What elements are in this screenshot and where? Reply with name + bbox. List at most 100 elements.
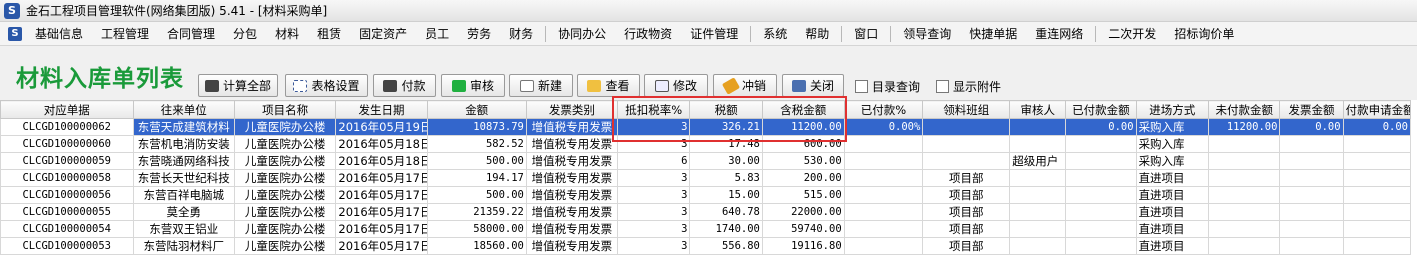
- table-cell[interactable]: [843, 203, 924, 221]
- table-cell[interactable]: 59740.00: [761, 220, 845, 238]
- table-cell[interactable]: [843, 186, 924, 204]
- table-cell[interactable]: [1065, 152, 1137, 170]
- table-cell[interactable]: 19116.80: [761, 237, 845, 255]
- menu-item[interactable]: 招标询价单: [1165, 23, 1243, 45]
- table-cell[interactable]: 东营长天世纪科技: [132, 169, 235, 187]
- table-cell[interactable]: [1009, 118, 1067, 136]
- table-cell[interactable]: 东营天成建筑材料: [132, 118, 235, 136]
- table-cell[interactable]: 采购入库: [1135, 135, 1210, 153]
- table-cell[interactable]: [1208, 152, 1281, 170]
- menu-item[interactable]: 重连网络: [1026, 23, 1092, 45]
- menu-item[interactable]: 证件管理: [681, 23, 747, 45]
- audit-button[interactable]: 审核: [441, 74, 505, 97]
- table-cell[interactable]: [1009, 237, 1067, 255]
- table-cell[interactable]: 640.78: [689, 203, 763, 221]
- table-cell[interactable]: CLCGD100000056: [0, 186, 134, 204]
- view-button[interactable]: 查看: [577, 74, 640, 97]
- table-cell[interactable]: [1009, 169, 1067, 187]
- table-cell[interactable]: 项目部: [922, 220, 1011, 238]
- table-cell[interactable]: 直进项目: [1135, 203, 1210, 221]
- table-cell[interactable]: 515.00: [761, 186, 845, 204]
- table-cell[interactable]: [922, 118, 1011, 136]
- column-header[interactable]: 已付款金额: [1065, 100, 1137, 119]
- table-cell[interactable]: 3: [616, 135, 691, 153]
- column-header[interactable]: 发票金额: [1279, 100, 1344, 119]
- table-cell[interactable]: 11200.00: [761, 118, 845, 136]
- table-cell[interactable]: 5.83: [689, 169, 763, 187]
- table-cell[interactable]: CLCGD100000060: [0, 135, 134, 153]
- table-cell[interactable]: 增值税专用发票: [525, 118, 618, 136]
- table-cell[interactable]: 200.00: [761, 169, 845, 187]
- table-cell[interactable]: 2016年05月18日: [335, 152, 428, 170]
- table-cell[interactable]: 194.17: [426, 169, 527, 187]
- table-row[interactable]: CLCGD100000062 东营天成建筑材料 儿童医院办公楼 2016年05月19日…: [0, 118, 1412, 136]
- table-cell[interactable]: 2016年05月18日: [335, 135, 428, 153]
- table-cell[interactable]: 2016年05月19日: [335, 118, 428, 136]
- table-cell[interactable]: 直进项目: [1135, 186, 1210, 204]
- menu-item[interactable]: 劳务: [458, 23, 500, 45]
- table-cell[interactable]: 儿童医院办公楼: [233, 220, 337, 238]
- table-cell[interactable]: 17.48: [689, 135, 763, 153]
- table-cell[interactable]: [1279, 135, 1344, 153]
- menu-item[interactable]: 分包: [224, 23, 266, 45]
- table-cell[interactable]: 东营陆羽材料厂: [132, 237, 235, 255]
- table-cell[interactable]: 东营机电消防安装: [132, 135, 235, 153]
- table-cell[interactable]: [1279, 152, 1344, 170]
- table-cell[interactable]: 增值税专用发票: [525, 203, 618, 221]
- table-cell[interactable]: 15.00: [689, 186, 763, 204]
- table-cell[interactable]: [1065, 135, 1137, 153]
- column-header[interactable]: 对应单据: [0, 100, 134, 119]
- table-cell[interactable]: [1009, 203, 1067, 221]
- table-cell[interactable]: 项目部: [922, 203, 1011, 221]
- table-cell[interactable]: 58000.00: [426, 220, 527, 238]
- table-cell[interactable]: CLCGD100000055: [0, 203, 134, 221]
- table-cell[interactable]: 0.00: [1342, 118, 1412, 136]
- table-cell[interactable]: 2016年05月17日: [335, 203, 428, 221]
- menu-item[interactable]: 帮助: [796, 23, 838, 45]
- void-button[interactable]: 冲销: [713, 74, 777, 97]
- column-header[interactable]: 发生日期: [335, 100, 428, 119]
- table-cell[interactable]: 6: [616, 152, 691, 170]
- table-cell[interactable]: 直进项目: [1135, 237, 1210, 255]
- table-cell[interactable]: 0.00: [1279, 118, 1344, 136]
- table-cell[interactable]: [1065, 237, 1137, 255]
- table-cell[interactable]: [843, 152, 924, 170]
- table-cell[interactable]: 2016年05月17日: [335, 220, 428, 238]
- table-cell[interactable]: 项目部: [922, 169, 1011, 187]
- table-cell[interactable]: 3: [616, 118, 691, 136]
- table-cell[interactable]: CLCGD100000062: [0, 118, 134, 136]
- table-cell[interactable]: 22000.00: [761, 203, 845, 221]
- menu-item[interactable]: 领导查询: [894, 23, 960, 45]
- column-header[interactable]: 税额: [689, 100, 763, 119]
- table-cell[interactable]: [843, 135, 924, 153]
- table-cell[interactable]: 增值税专用发票: [525, 237, 618, 255]
- column-header[interactable]: 进场方式: [1135, 100, 1210, 119]
- table-cell[interactable]: 556.80: [689, 237, 763, 255]
- table-cell[interactable]: 增值税专用发票: [525, 220, 618, 238]
- table-cell[interactable]: 直进项目: [1135, 220, 1210, 238]
- table-cell[interactable]: 采购入库: [1135, 152, 1210, 170]
- table-cell[interactable]: 项目部: [922, 237, 1011, 255]
- column-header[interactable]: 发票类别: [525, 100, 618, 119]
- table-cell[interactable]: 莫全勇: [132, 203, 235, 221]
- table-cell[interactable]: CLCGD100000058: [0, 169, 134, 187]
- table-cell[interactable]: 3: [616, 220, 691, 238]
- table-cell[interactable]: [1208, 220, 1281, 238]
- table-cell[interactable]: 500.00: [426, 152, 527, 170]
- table-cell[interactable]: [1279, 237, 1344, 255]
- table-cell[interactable]: 增值税专用发票: [525, 135, 618, 153]
- table-cell[interactable]: [1065, 203, 1137, 221]
- menu-item[interactable]: 基础信息: [26, 23, 92, 45]
- menu-item[interactable]: 行政物资: [615, 23, 681, 45]
- table-cell[interactable]: [1279, 169, 1344, 187]
- menu-item[interactable]: 系统: [754, 23, 796, 45]
- column-header[interactable]: 金额: [426, 100, 527, 119]
- table-cell[interactable]: 项目部: [922, 186, 1011, 204]
- menu-item[interactable]: 工程管理: [92, 23, 158, 45]
- table-cell[interactable]: [922, 152, 1011, 170]
- table-cell[interactable]: [1342, 186, 1412, 204]
- menu-item[interactable]: 协同办公: [549, 23, 615, 45]
- table-cell[interactable]: 儿童医院办公楼: [233, 135, 337, 153]
- pay-button[interactable]: 付款: [373, 74, 436, 97]
- column-header[interactable]: 已付款%: [843, 100, 924, 119]
